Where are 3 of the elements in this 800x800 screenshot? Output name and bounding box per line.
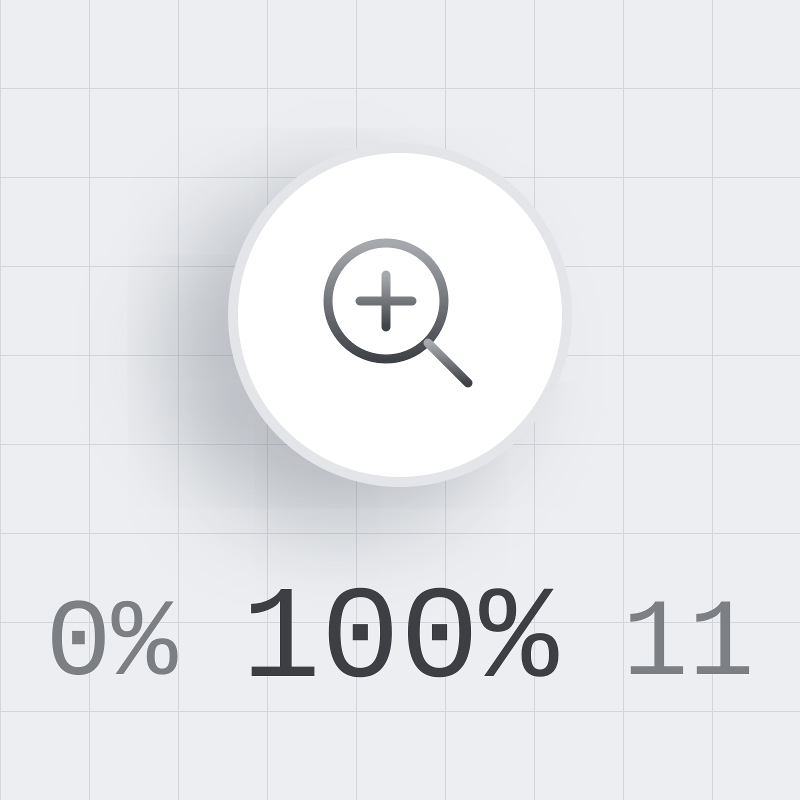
zoom-level[interactable]: 0% (46, 591, 178, 701)
zoom-level[interactable]: 100% (242, 575, 558, 707)
zoom-level[interactable]: 11 (622, 591, 754, 701)
